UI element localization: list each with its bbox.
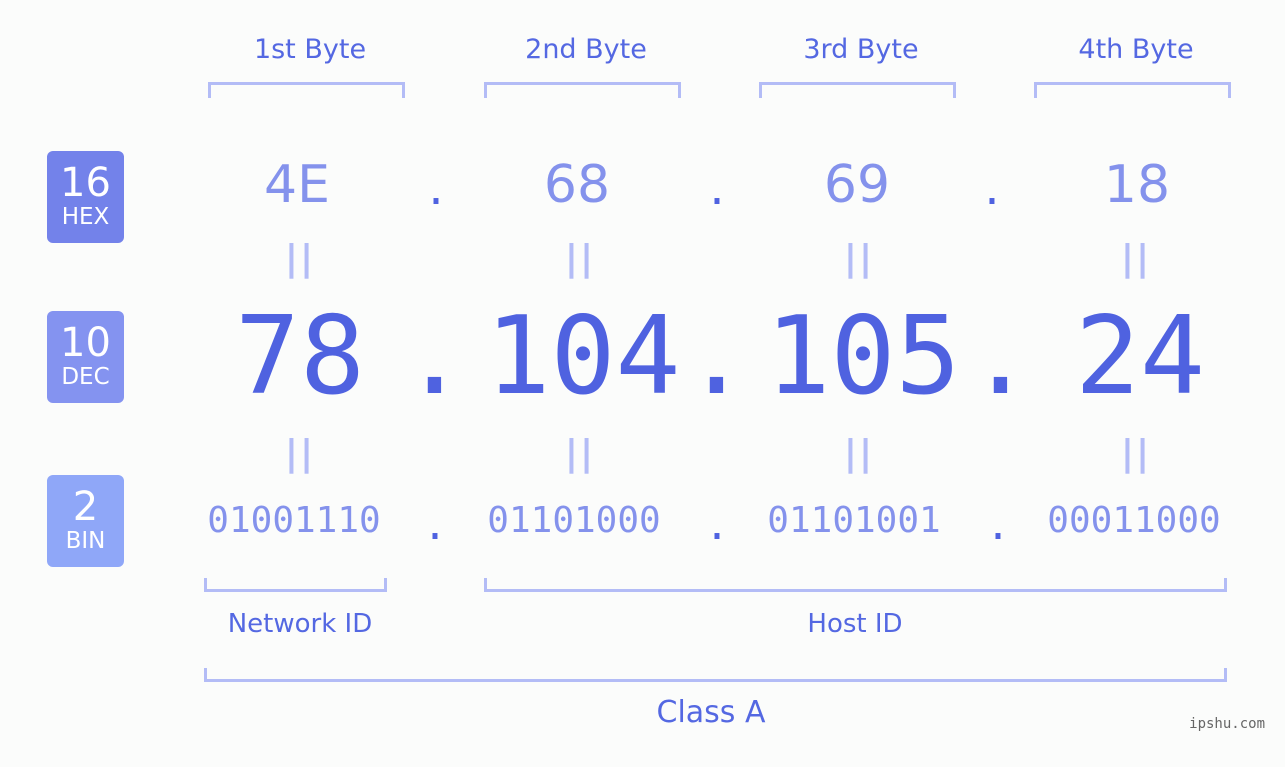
equals-sign: || <box>843 433 875 474</box>
class-bracket <box>204 668 1227 682</box>
bin-badge: 2 BIN <box>47 475 124 567</box>
hex-badge: 16 HEX <box>47 151 124 243</box>
bin-separator: . <box>709 495 725 551</box>
network-id-bracket <box>204 578 387 592</box>
equals-sign: || <box>284 433 316 474</box>
dec-value-2: 104 <box>485 294 681 419</box>
hex-separator: . <box>709 160 725 216</box>
dec-badge: 10 DEC <box>47 311 124 403</box>
hex-value-4: 18 <box>1103 155 1171 215</box>
host-id-bracket <box>484 578 1227 592</box>
hex-separator: . <box>428 160 444 216</box>
bin-value-3: 01101001 <box>767 500 941 541</box>
dec-separator: . <box>684 294 750 419</box>
equals-sign: || <box>1120 238 1152 279</box>
watermark: ipshu.com <box>1189 716 1265 732</box>
byte-header-3: 3rd Byte <box>803 34 919 65</box>
class-label: Class A <box>656 695 766 730</box>
hex-badge-number: 16 <box>60 160 111 206</box>
dec-value-4: 24 <box>1074 294 1206 419</box>
equals-sign: || <box>1120 433 1152 474</box>
bin-badge-label: BIN <box>65 528 106 554</box>
bin-separator: . <box>427 495 443 551</box>
dec-value-1: 78 <box>234 294 366 419</box>
dec-separator: . <box>968 294 1034 419</box>
bin-separator: . <box>990 495 1006 551</box>
equals-sign: || <box>843 238 875 279</box>
equals-sign: || <box>564 433 596 474</box>
hex-separator: . <box>984 160 1000 216</box>
hex-value-2: 68 <box>543 155 611 215</box>
bin-value-1: 01001110 <box>207 500 381 541</box>
dec-separator: . <box>402 294 468 419</box>
host-id-label: Host ID <box>807 609 903 639</box>
hex-value-3: 69 <box>823 155 891 215</box>
network-id-label: Network ID <box>227 609 373 639</box>
bin-badge-number: 2 <box>72 484 99 530</box>
byte-bracket-1 <box>208 82 405 98</box>
bin-value-4: 00011000 <box>1047 500 1221 541</box>
byte-bracket-3 <box>759 82 956 98</box>
hex-value-1: 4E <box>264 155 330 215</box>
byte-bracket-4 <box>1034 82 1231 98</box>
byte-bracket-2 <box>484 82 681 98</box>
dec-badge-label: DEC <box>61 364 110 390</box>
byte-header-1: 1st Byte <box>253 34 367 65</box>
bin-value-2: 01101000 <box>487 500 661 541</box>
byte-header-4: 4th Byte <box>1078 34 1194 65</box>
dec-badge-number: 10 <box>60 320 111 366</box>
equals-sign: || <box>564 238 596 279</box>
dec-value-3: 105 <box>765 294 961 419</box>
equals-sign: || <box>284 238 316 279</box>
hex-badge-label: HEX <box>61 204 110 230</box>
byte-header-2: 2nd Byte <box>525 34 647 65</box>
